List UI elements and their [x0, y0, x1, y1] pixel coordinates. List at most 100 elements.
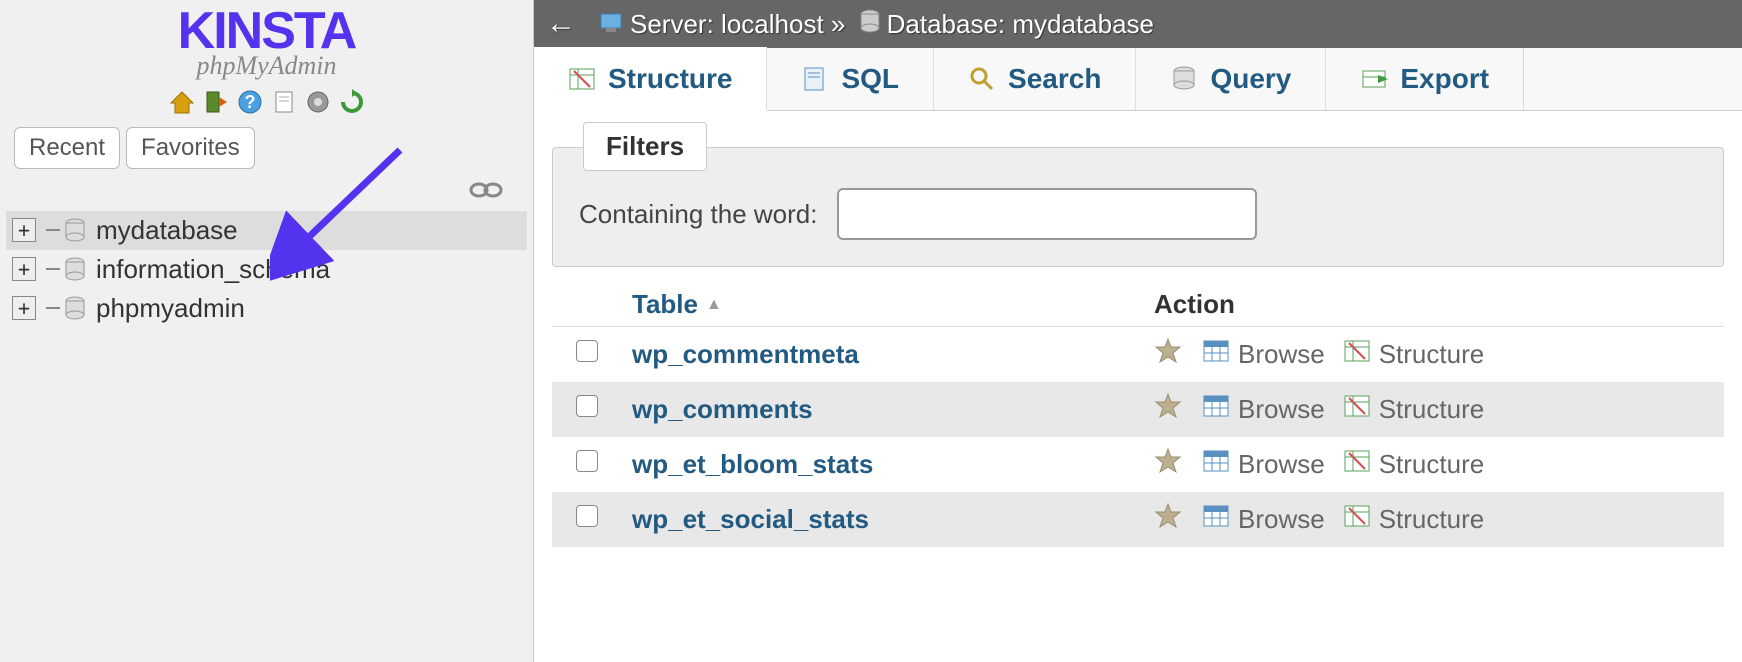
expand-icon[interactable]: + [12, 296, 36, 320]
sort-asc-icon: ▲ [706, 296, 722, 314]
tree-item-label: information_schema [96, 254, 330, 285]
toolbar-icons: ? [0, 87, 533, 117]
browse-action[interactable]: Browse [1202, 502, 1325, 537]
row-check-cell [552, 340, 622, 369]
server-name[interactable]: localhost [721, 9, 824, 40]
structure-action[interactable]: Structure [1343, 337, 1485, 372]
logo-area: KINSTA phpMyAdmin ? [0, 8, 533, 117]
database-label: Database: [887, 9, 1006, 40]
expand-icon[interactable]: + [12, 218, 36, 242]
row-checkbox[interactable] [576, 395, 598, 417]
tables-area: Table ▲ Action wp_commentmeta Browse Struc… [552, 283, 1724, 547]
structure-label: Structure [1379, 339, 1485, 370]
search-icon [968, 65, 996, 93]
structure-icon [1343, 447, 1371, 482]
row-actions: Browse Structure [1154, 502, 1724, 537]
link-icon-row [0, 179, 533, 211]
tab-export[interactable]: Export [1326, 48, 1524, 110]
row-actions: Browse Structure [1154, 447, 1724, 482]
filter-input[interactable] [837, 188, 1257, 240]
header-table-label: Table [632, 289, 698, 320]
tab-label: Export [1400, 63, 1489, 95]
tab-sql[interactable]: SQL [767, 48, 934, 110]
database-icon [64, 257, 86, 281]
browse-action[interactable]: Browse [1202, 392, 1325, 427]
server-label: Server: [630, 9, 714, 40]
breadcrumb-separator: » [831, 9, 845, 40]
query-icon [1170, 65, 1198, 93]
row-check-cell [552, 450, 622, 479]
structure-icon [1343, 502, 1371, 537]
row-actions: Browse Structure [1154, 337, 1724, 372]
filters-legend: Filters [583, 122, 707, 171]
filter-row: Containing the word: [579, 188, 1697, 240]
browse-label: Browse [1238, 339, 1325, 370]
logo-main: KINSTA [0, 8, 533, 55]
tab-search[interactable]: Search [934, 48, 1136, 110]
tree-connector [46, 268, 60, 270]
svg-text:?: ? [244, 92, 255, 112]
header-table[interactable]: Table ▲ [622, 289, 1154, 320]
structure-label: Structure [1379, 449, 1485, 480]
row-check-cell [552, 395, 622, 424]
table-name-link[interactable]: wp_comments [622, 394, 1154, 425]
filters-box: Filters Containing the word: [552, 147, 1724, 267]
expand-icon[interactable]: + [12, 257, 36, 281]
browse-label: Browse [1238, 504, 1325, 535]
table-row: wp_commentmeta Browse Structure [552, 327, 1724, 382]
tab-query[interactable]: Query [1136, 48, 1326, 110]
structure-label: Structure [1379, 504, 1485, 535]
link-icon[interactable] [469, 179, 503, 204]
table-header-row: Table ▲ Action [552, 283, 1724, 327]
settings-gear-icon[interactable] [303, 87, 333, 117]
tree-item-label: mydatabase [96, 215, 238, 246]
database-icon [859, 9, 881, 40]
browse-icon [1202, 392, 1230, 427]
sql-icon [801, 65, 829, 93]
export-icon [1360, 65, 1388, 93]
table-name-link[interactable]: wp_et_bloom_stats [622, 449, 1154, 480]
browse-label: Browse [1238, 394, 1325, 425]
reload-icon[interactable] [337, 87, 367, 117]
browse-action[interactable]: Browse [1202, 337, 1325, 372]
structure-icon [1343, 392, 1371, 427]
favorite-star-icon[interactable] [1154, 502, 1184, 537]
tab-label: SQL [841, 63, 899, 95]
sidebar-tab-group: Recent Favorites [0, 117, 533, 179]
table-name-link[interactable]: wp_commentmeta [622, 339, 1154, 370]
logout-icon[interactable] [201, 87, 231, 117]
row-checkbox[interactable] [576, 450, 598, 472]
tree-item-phpmyadmin[interactable]: + phpmyadmin [6, 289, 527, 328]
tree-item-label: phpmyadmin [96, 293, 245, 324]
tree-connector [46, 307, 60, 309]
docs-icon[interactable] [269, 87, 299, 117]
structure-action[interactable]: Structure [1343, 447, 1485, 482]
structure-action[interactable]: Structure [1343, 502, 1485, 537]
table-name-link[interactable]: wp_et_social_stats [622, 504, 1154, 535]
tab-structure[interactable]: Structure [534, 47, 767, 111]
browse-icon [1202, 337, 1230, 372]
favorite-star-icon[interactable] [1154, 447, 1184, 482]
structure-icon [568, 65, 596, 93]
favorite-star-icon[interactable] [1154, 392, 1184, 427]
main-tabs: Structure SQL Search Query Export [534, 48, 1742, 111]
structure-action[interactable]: Structure [1343, 392, 1485, 427]
favorites-tab[interactable]: Favorites [126, 127, 255, 169]
browse-icon [1202, 447, 1230, 482]
structure-label: Structure [1379, 394, 1485, 425]
favorite-star-icon[interactable] [1154, 337, 1184, 372]
help-icon[interactable]: ? [235, 87, 265, 117]
structure-icon [1343, 337, 1371, 372]
row-checkbox[interactable] [576, 505, 598, 527]
filter-label: Containing the word: [579, 199, 817, 230]
recent-tab[interactable]: Recent [14, 127, 120, 169]
tree-item-mydatabase[interactable]: + mydatabase [6, 211, 527, 250]
back-icon[interactable]: ← [546, 7, 576, 41]
database-name[interactable]: mydatabase [1012, 9, 1154, 40]
header-action: Action [1154, 289, 1724, 320]
tree-item-information-schema[interactable]: + information_schema [6, 250, 527, 289]
browse-action[interactable]: Browse [1202, 447, 1325, 482]
row-checkbox[interactable] [576, 340, 598, 362]
home-icon[interactable] [167, 87, 197, 117]
table-row: wp_et_bloom_stats Browse Structure [552, 437, 1724, 492]
